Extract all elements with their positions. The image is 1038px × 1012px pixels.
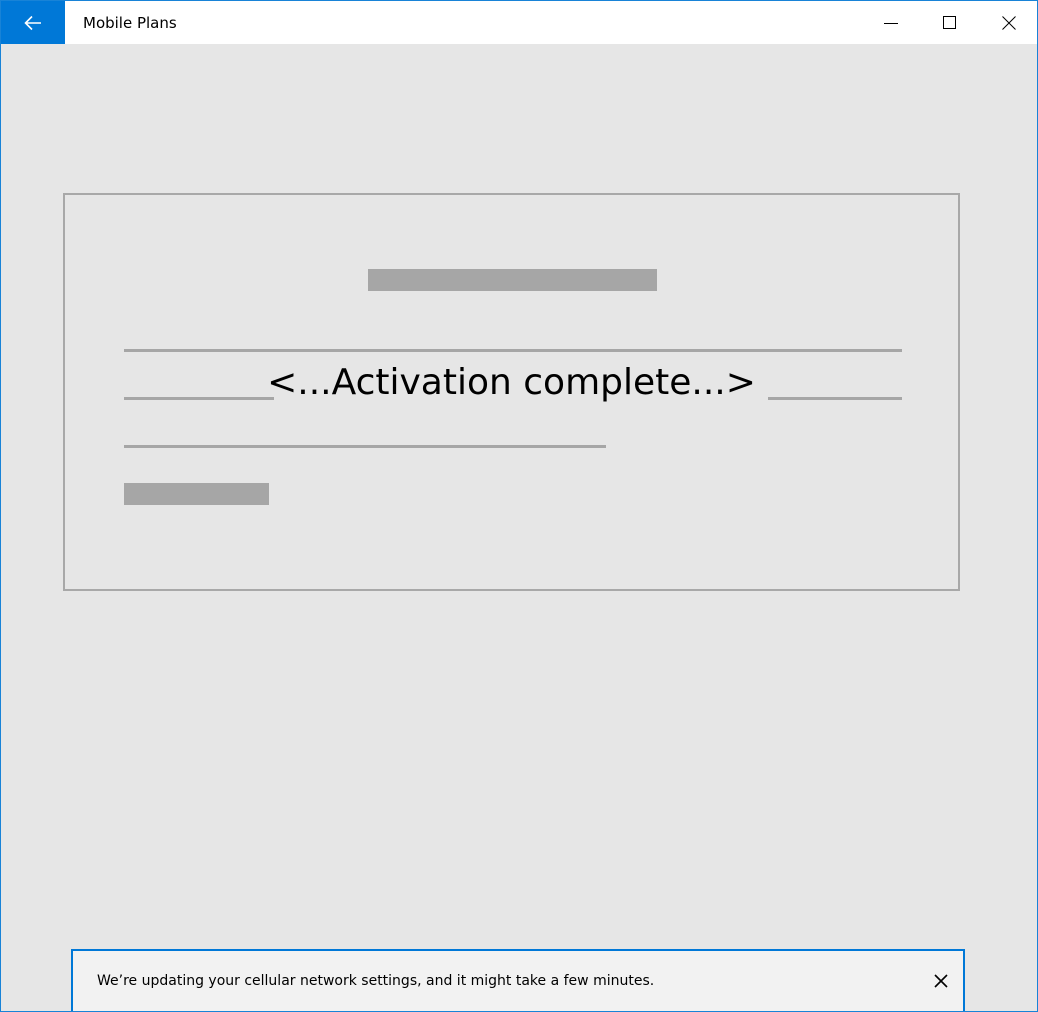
app-window: Mobile Plans <...Activation complete...>… bbox=[0, 0, 1038, 1012]
placeholder-title-bar bbox=[368, 269, 657, 291]
activation-card: <...Activation complete...> bbox=[63, 193, 960, 591]
maximize-icon bbox=[943, 15, 956, 29]
app-title: Mobile Plans bbox=[83, 14, 177, 32]
activation-status-text: <...Activation complete...> bbox=[267, 362, 756, 403]
placeholder-line bbox=[124, 349, 902, 352]
notification-message: We’re updating your cellular network set… bbox=[97, 973, 655, 989]
title-bar: Mobile Plans bbox=[1, 1, 1037, 44]
back-button[interactable] bbox=[1, 1, 65, 44]
close-icon bbox=[934, 974, 948, 988]
close-button[interactable] bbox=[980, 1, 1037, 44]
maximize-button[interactable] bbox=[921, 1, 979, 44]
minimize-icon bbox=[884, 22, 898, 24]
back-arrow-icon bbox=[24, 15, 41, 30]
close-icon bbox=[1002, 15, 1016, 30]
placeholder-button bbox=[124, 483, 269, 505]
notification-banner: We’re updating your cellular network set… bbox=[71, 949, 965, 1011]
notification-close-button[interactable] bbox=[929, 969, 953, 993]
placeholder-line bbox=[124, 445, 606, 448]
minimize-button[interactable] bbox=[862, 1, 920, 44]
